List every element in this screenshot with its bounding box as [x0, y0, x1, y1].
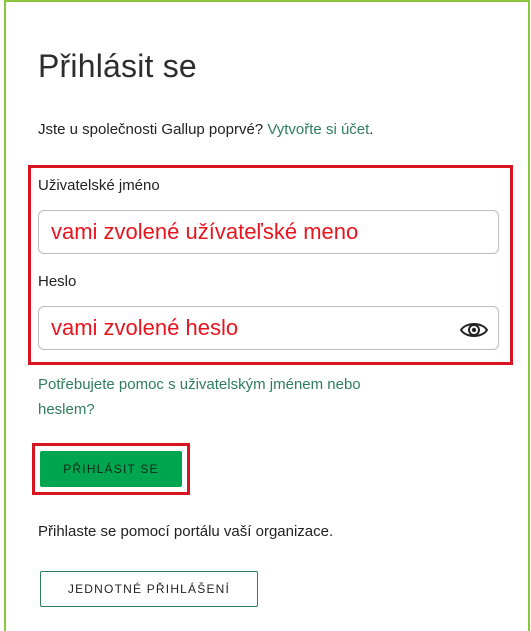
intro-suffix: .	[369, 121, 374, 138]
sso-button[interactable]: JEDNOTNÉ PŘIHLÁŠENÍ	[40, 571, 258, 607]
create-account-link[interactable]: Vytvořte si účet	[267, 121, 369, 138]
username-input[interactable]	[38, 210, 499, 254]
eye-icon[interactable]	[459, 318, 489, 342]
org-login-text: Přihlaste se pomocí portálu vaší organiz…	[38, 523, 334, 540]
intro-text: Jste u společnosti Gallup poprvé? Vytvoř…	[38, 121, 373, 138]
intro-question: Jste u společnosti Gallup poprvé?	[38, 121, 264, 138]
help-link[interactable]: Potřebujete pomoc s uživatelským jménem …	[38, 372, 378, 422]
login-button[interactable]: PŘIHLÁSIT SE	[40, 451, 182, 487]
password-input[interactable]	[38, 306, 499, 350]
password-label: Heslo	[38, 273, 77, 290]
username-label: Uživatelské jméno	[38, 177, 160, 194]
page-title: Přihlásit se	[38, 48, 197, 84]
eye-icon-graphic	[459, 323, 489, 337]
